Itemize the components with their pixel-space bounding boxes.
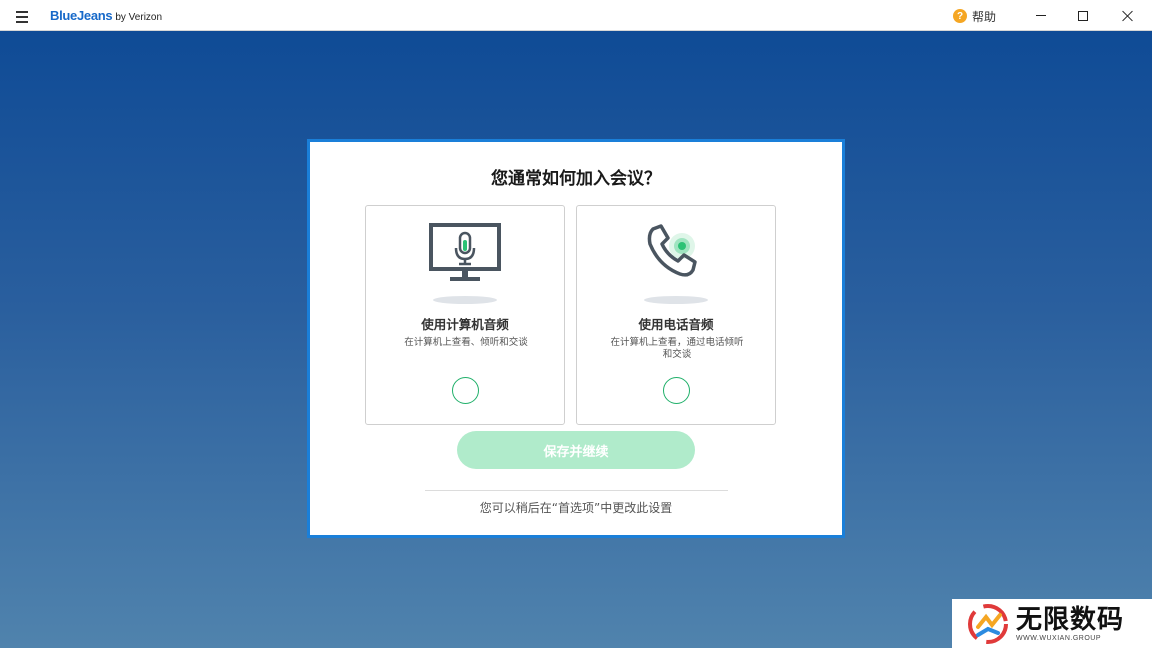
- option-computer-label: 使用计算机音频: [421, 317, 509, 332]
- option-phone-description: 在计算机上查看，通过电话倾听和交谈: [610, 337, 744, 360]
- option-computer-description: 在计算机上查看、倾听和交谈: [404, 337, 528, 348]
- audio-preference-dialog: 您通常如何加入会议？ 使用计算机音频 在计算机上查看、倾听和交谈 使用电话音频 …: [307, 139, 845, 538]
- close-icon: [1121, 10, 1133, 22]
- maximize-icon: [1078, 10, 1088, 21]
- help-button[interactable]: ? 帮助: [953, 7, 996, 25]
- app-brand-name: BlueJeans: [50, 8, 113, 23]
- watermark-title: 无限数码: [1016, 605, 1125, 635]
- option-computer-audio[interactable]: 使用计算机音频 在计算机上查看、倾听和交谈: [365, 205, 565, 425]
- option-phone-radio[interactable]: [663, 377, 690, 404]
- divider: [425, 490, 728, 491]
- option-phone-audio[interactable]: 使用电话音频 在计算机上查看，通过电话倾听和交谈: [576, 205, 776, 425]
- watermark-logo-icon: [966, 603, 1012, 645]
- save-and-continue-button[interactable]: 保存并继续: [457, 431, 695, 469]
- icon-shadow: [433, 296, 497, 304]
- option-computer-radio[interactable]: [452, 377, 479, 404]
- minimize-icon: [1036, 15, 1046, 16]
- monitor-microphone-icon: [428, 222, 502, 288]
- hamburger-menu-icon[interactable]: [14, 8, 32, 24]
- icon-shadow: [644, 296, 708, 304]
- app-brand-by: by Verizon: [115, 12, 163, 23]
- minimize-button[interactable]: [1018, 0, 1064, 31]
- dialog-title: 您通常如何加入会议？: [491, 169, 661, 189]
- option-phone-label: 使用电话音频: [638, 317, 714, 332]
- phone-icon: [639, 222, 713, 288]
- preferences-footnote: 您可以稍后在“首选项”中更改此设置: [479, 501, 673, 515]
- title-bar: BlueJeans by Verizon ? 帮助: [0, 0, 1152, 31]
- watermark-subtitle: WWW.WUXIAN.GROUP: [1016, 635, 1101, 642]
- close-button[interactable]: [1104, 0, 1150, 31]
- app-logo: BlueJeans by Verizon: [50, 7, 162, 25]
- help-label: 帮助: [972, 9, 997, 24]
- maximize-button[interactable]: [1060, 0, 1106, 31]
- help-icon: ?: [953, 9, 967, 23]
- watermark: 无限数码 WWW.WUXIAN.GROUP: [952, 599, 1152, 648]
